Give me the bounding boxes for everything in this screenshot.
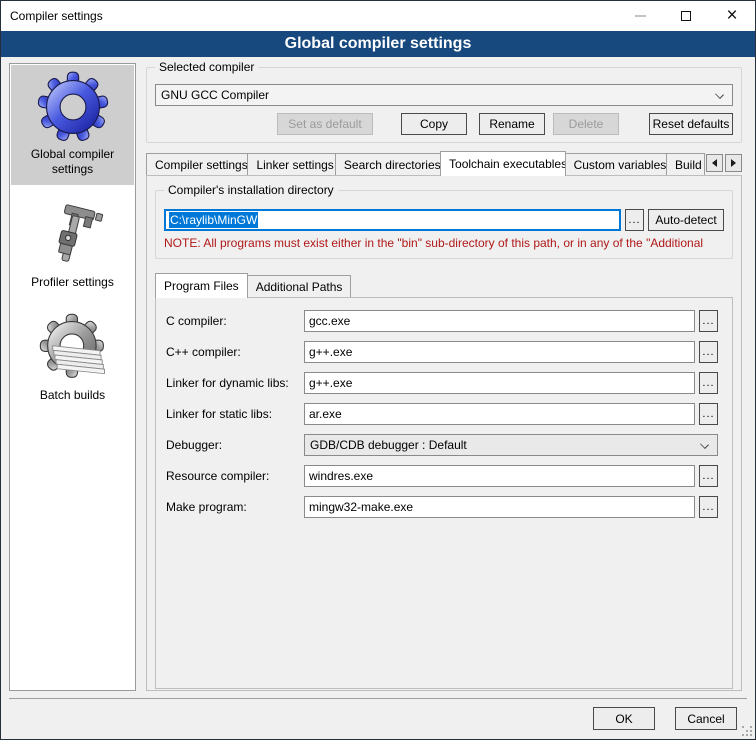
maximize-icon [681,11,691,21]
chevron-down-icon [715,90,724,99]
c-compiler-browse-button[interactable]: ... [699,341,718,363]
minimize-button[interactable] [617,1,663,31]
linker-for-dynamic-libs-input[interactable]: g++.exe [304,372,695,394]
cancel-button[interactable]: Cancel [675,707,737,730]
debugger-dropdown[interactable]: GDB/CDB debugger : Default [304,434,718,456]
installation-directory-group-label: Compiler's installation directory [164,183,338,197]
resource-compiler-label: Resource compiler: [166,469,304,483]
debugger-label: Debugger: [166,438,304,452]
resource-compiler-input[interactable]: windres.exe [304,465,695,487]
arrow-left-icon [712,159,717,167]
reset-defaults-button[interactable]: Reset defaults [649,113,733,135]
program-row-c-compiler: C++ compiler:g++.exe... [166,341,718,363]
gray-gear-stack-icon [13,312,132,384]
close-icon: × [726,11,737,21]
c-compiler-input[interactable]: g++.exe [304,341,695,363]
tab-linker-settings[interactable]: Linker settings [247,153,335,175]
program-row-c-compiler: C compiler:gcc.exe... [166,310,718,332]
dialog-banner: Global compiler settings [1,31,755,57]
installation-directory-browse-button[interactable]: ... [625,209,644,231]
program-files-panel: C compiler:gcc.exe...C++ compiler:g++.ex… [155,297,733,689]
auto-detect-button[interactable]: Auto-detect [648,209,724,231]
linker-for-static-libs-label: Linker for static libs: [166,407,304,421]
tab-search-directories[interactable]: Search directories [335,153,441,175]
maximize-button[interactable] [663,1,709,31]
footer-divider [9,698,747,699]
rename-button[interactable]: Rename [479,113,545,135]
ok-button[interactable]: OK [593,707,655,730]
compiler-settings-dialog: Compiler settings × Global compiler sett… [0,0,756,740]
tab-custom-variables[interactable]: Custom variables [565,153,667,175]
tab-scroll-right-button[interactable] [725,154,742,172]
close-button[interactable]: × [709,1,755,31]
tab-scroll-arrows [706,154,742,172]
sidebar-item-global-compiler-settings[interactable]: Global compiler settings [11,65,134,185]
set-as-default-button[interactable]: Set as default [277,113,373,135]
selected-compiler-group: Selected compiler GNU GCC Compiler Set a… [146,67,742,143]
resize-grip-icon[interactable] [742,726,752,736]
chevron-down-icon [700,440,709,449]
window-title: Compiler settings [1,9,103,23]
sidebar-item-batch-builds[interactable]: Batch builds [11,306,134,411]
minimize-icon [635,15,646,17]
selected-compiler-dropdown[interactable]: GNU GCC Compiler [155,84,733,106]
program-row-linker-for-dynamic-libs: Linker for dynamic libs:g++.exe... [166,372,718,394]
c-compiler-label: C++ compiler: [166,345,304,359]
sub-tab-bar: Program FilesAdditional Paths [155,273,733,297]
delete-button[interactable]: Delete [553,113,619,135]
selected-compiler-value: GNU GCC Compiler [161,88,269,102]
main-content: Selected compiler GNU GCC Compiler Set a… [146,61,742,691]
bin-subdirectory-note: NOTE: All programs must exist either in … [164,236,724,250]
debugger-value: GDB/CDB debugger : Default [310,438,467,452]
settings-category-list: Global compiler settings [9,63,136,691]
resource-compiler-browse-button[interactable]: ... [699,465,718,487]
toolchain-executables-panel: Compiler's installation directory C:\ray… [146,175,742,691]
installation-directory-value: C:\raylib\MinGW [169,212,258,228]
copy-button[interactable]: Copy [401,113,467,135]
make-program-label: Make program: [166,500,304,514]
main-tab-bar: Compiler settingsLinker settingsSearch d… [146,151,742,175]
program-row-debugger: Debugger: GDB/CDB debugger : Default [166,434,718,456]
blue-gear-icon [13,71,132,143]
c-compiler-label: C compiler: [166,314,304,328]
subtab-additional-paths[interactable]: Additional Paths [247,275,352,297]
make-program-browse-button[interactable]: ... [699,496,718,518]
subtab-program-files[interactable]: Program Files [155,273,248,298]
titlebar: Compiler settings × [1,1,755,31]
tab-toolchain-executables[interactable]: Toolchain executables [440,151,566,176]
arrow-right-icon [731,159,736,167]
sidebar-item-profiler-settings[interactable]: Profiler settings [11,193,134,298]
linker-for-dynamic-libs-browse-button[interactable]: ... [699,372,718,394]
tab-build-options[interactable]: Build options [666,153,705,175]
banner-title: Global compiler settings [285,35,472,53]
tab-scroll-left-button[interactable] [706,154,723,172]
program-row-linker-for-static-libs: Linker for static libs:ar.exe... [166,403,718,425]
tab-compiler-settings[interactable]: Compiler settings [146,153,248,175]
make-program-input[interactable]: mingw32-make.exe [304,496,695,518]
program-row-make-program: Make program:mingw32-make.exe... [166,496,718,518]
installation-directory-group: Compiler's installation directory C:\ray… [155,190,733,259]
selected-compiler-group-label: Selected compiler [155,60,258,74]
program-row-resource-compiler: Resource compiler:windres.exe... [166,465,718,487]
program-files-tab-control: Program FilesAdditional Paths C compiler… [155,273,733,689]
linker-for-static-libs-browse-button[interactable]: ... [699,403,718,425]
c-compiler-browse-button[interactable]: ... [699,310,718,332]
c-compiler-input[interactable]: gcc.exe [304,310,695,332]
sidebar-item-label: Profiler settings [13,275,132,290]
sidebar-item-label: Batch builds [13,388,132,403]
installation-directory-input[interactable]: C:\raylib\MinGW [164,209,621,231]
sidebar-item-label: Global compiler settings [13,147,132,177]
caliper-icon [13,199,132,271]
linker-for-dynamic-libs-label: Linker for dynamic libs: [166,376,304,390]
linker-for-static-libs-input[interactable]: ar.exe [304,403,695,425]
